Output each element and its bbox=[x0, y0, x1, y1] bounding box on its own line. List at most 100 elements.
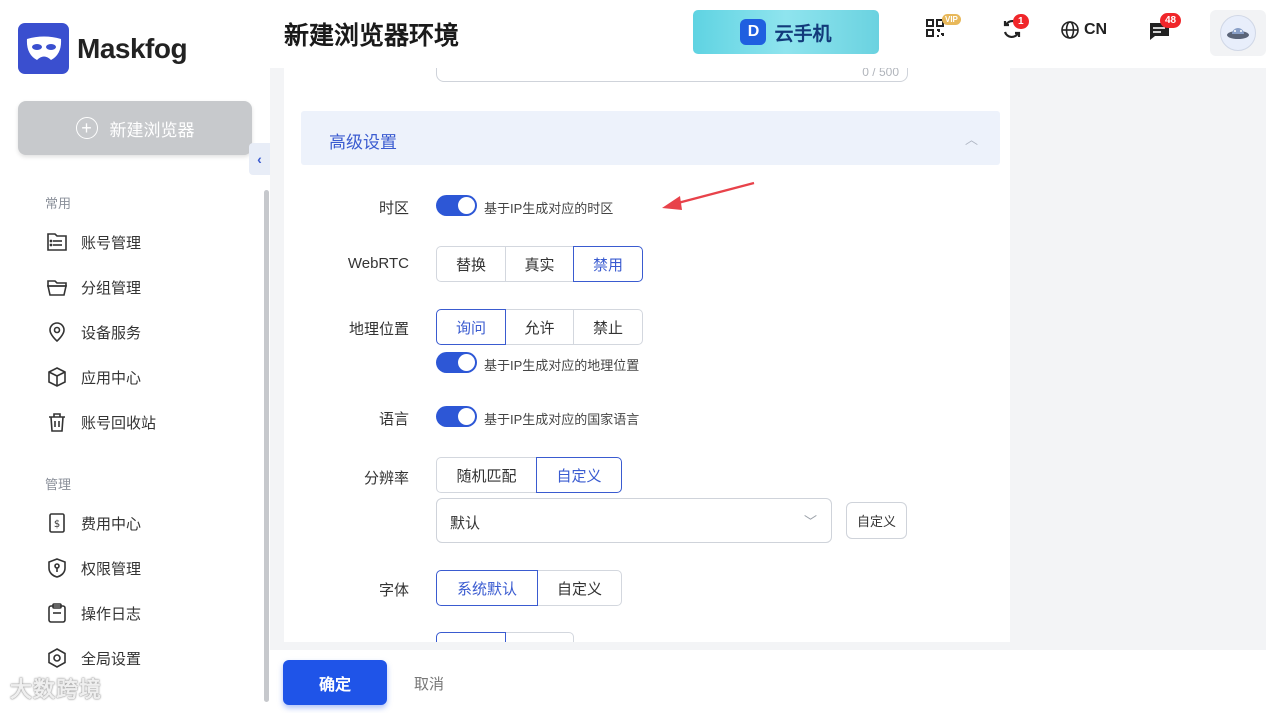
resolution-option-custom[interactable]: 自定义 bbox=[536, 457, 622, 493]
sidebar: Maskfog + 新建浏览器 ‹ 常用 账号管理 分组管理 设备服务 应用中心… bbox=[0, 0, 270, 713]
webrtc-option-disable[interactable]: 禁用 bbox=[573, 246, 643, 282]
sidebar-item-devices[interactable]: 设备服务 bbox=[46, 321, 141, 343]
next-row-segmented bbox=[436, 632, 574, 642]
cube-icon bbox=[48, 367, 66, 387]
remark-textarea[interactable]: 0 / 500 bbox=[436, 68, 908, 82]
timezone-label: 时区 bbox=[378, 200, 409, 217]
sidebar-item-apps[interactable]: 应用中心 bbox=[46, 366, 141, 388]
resolution-select-value: 默认 bbox=[450, 515, 481, 532]
sidebar-item-logs[interactable]: 操作日志 bbox=[46, 602, 141, 624]
sidebar-item-billing[interactable]: $ 费用中心 bbox=[46, 512, 141, 534]
chevron-left-icon: ‹ bbox=[257, 151, 262, 167]
next-row-option[interactable] bbox=[505, 632, 574, 642]
user-avatar-button[interactable] bbox=[1210, 10, 1266, 56]
language-toggle-text: 基于IP生成对应的国家语言 bbox=[484, 412, 640, 427]
new-browser-button[interactable]: + 新建浏览器 bbox=[18, 101, 252, 155]
advanced-settings-header[interactable]: 高级设置 ︿ bbox=[301, 111, 1000, 165]
sidebar-item-label: 操作日志 bbox=[81, 605, 142, 623]
sync-badge: 1 bbox=[1013, 14, 1029, 29]
top-header: 新建浏览器环境 D 云手机 VIP 1 CN 48 bbox=[270, 0, 1266, 68]
settings-hex-icon bbox=[48, 648, 66, 668]
sidebar-item-label: 设备服务 bbox=[81, 324, 142, 342]
message-badge: 48 bbox=[1160, 13, 1182, 28]
cloud-phone-icon: D bbox=[740, 19, 767, 45]
new-browser-label: 新建浏览器 bbox=[109, 120, 195, 140]
form-footer: 确定 取消 bbox=[270, 650, 1266, 713]
geolocation-toggle[interactable] bbox=[436, 352, 477, 373]
location-pin-icon bbox=[49, 322, 65, 343]
sidebar-item-label: 账号回收站 bbox=[81, 414, 157, 432]
sidebar-item-recycle-bin[interactable]: 账号回收站 bbox=[46, 411, 156, 433]
language-label: CN bbox=[1084, 21, 1108, 38]
geolocation-toggle-text: 基于IP生成对应的地理位置 bbox=[484, 358, 640, 373]
next-row-option[interactable] bbox=[436, 632, 506, 642]
cancel-button[interactable]: 取消 bbox=[414, 673, 444, 694]
sidebar-scrollbar[interactable] bbox=[264, 190, 269, 702]
timezone-toggle-text: 基于IP生成对应的时区 bbox=[484, 201, 614, 216]
sync-button[interactable]: 1 bbox=[1001, 14, 1029, 45]
mask-logo-icon bbox=[18, 23, 69, 74]
sidebar-item-label: 分组管理 bbox=[81, 279, 142, 297]
annotation-arrow-icon bbox=[662, 181, 755, 210]
webrtc-label: WebRTC bbox=[347, 255, 409, 272]
timezone-toggle[interactable] bbox=[436, 195, 477, 216]
account-list-icon bbox=[47, 233, 67, 251]
font-label: 字体 bbox=[378, 582, 409, 599]
ufo-avatar-icon bbox=[1227, 28, 1249, 39]
resolution-label: 分辨率 bbox=[363, 470, 409, 487]
resolution-custom-button[interactable]: 自定义 bbox=[846, 502, 907, 539]
font-option-custom[interactable]: 自定义 bbox=[537, 570, 622, 606]
sidebar-item-label: 费用中心 bbox=[81, 515, 142, 533]
language-toggle[interactable] bbox=[436, 406, 477, 427]
advanced-settings-title: 高级设置 bbox=[329, 133, 397, 152]
geolocation-option-allow[interactable]: 允许 bbox=[505, 309, 574, 345]
geolocation-option-ask[interactable]: 询问 bbox=[436, 309, 506, 345]
sidebar-item-permissions[interactable]: 权限管理 bbox=[46, 557, 141, 579]
language-switcher[interactable]: CN bbox=[1060, 20, 1107, 40]
section-label-manage: 管理 bbox=[45, 477, 72, 492]
sidebar-item-global-settings[interactable]: 全局设置 bbox=[46, 647, 141, 669]
webrtc-option-replace[interactable]: 替换 bbox=[436, 246, 506, 282]
form-panel: 0 / 500 高级设置 ︿ 时区 基于IP生成对应的时区 WebRTC 替换 … bbox=[284, 68, 1010, 642]
font-segmented: 系统默认 自定义 bbox=[436, 570, 622, 606]
collapse-sidebar-button[interactable]: ‹ bbox=[249, 143, 270, 175]
chevron-up-icon: ︿ bbox=[964, 132, 978, 147]
confirm-button[interactable]: 确定 bbox=[283, 660, 387, 705]
language-label: 语言 bbox=[378, 411, 409, 428]
webrtc-segmented: 替换 真实 禁用 bbox=[436, 246, 643, 282]
app-name: Maskfog bbox=[77, 32, 188, 64]
resolution-option-random[interactable]: 随机匹配 bbox=[436, 457, 537, 493]
sidebar-item-label: 权限管理 bbox=[81, 560, 142, 578]
geolocation-label: 地理位置 bbox=[348, 321, 409, 338]
page-title: 新建浏览器环境 bbox=[284, 22, 460, 50]
globe-icon bbox=[1061, 21, 1079, 39]
sidebar-item-accounts[interactable]: 账号管理 bbox=[46, 231, 141, 253]
sidebar-item-groups[interactable]: 分组管理 bbox=[46, 276, 141, 298]
banner-label: 云手机 bbox=[774, 23, 832, 45]
clipboard-icon bbox=[48, 603, 66, 623]
geolocation-segmented: 询问 允许 禁止 bbox=[436, 309, 643, 345]
resolution-select[interactable]: 默认 ﹀ bbox=[436, 498, 832, 543]
sidebar-item-label: 应用中心 bbox=[81, 369, 142, 387]
shield-key-icon bbox=[48, 558, 66, 578]
chevron-down-icon: ﹀ bbox=[803, 514, 817, 529]
folder-icon bbox=[47, 280, 67, 296]
dollar-receipt-icon: $ bbox=[49, 513, 65, 533]
section-label-common: 常用 bbox=[45, 196, 72, 211]
messages-button[interactable]: 48 bbox=[1148, 13, 1182, 47]
cloud-phone-banner[interactable]: D 云手机 bbox=[693, 10, 879, 54]
font-option-system[interactable]: 系统默认 bbox=[436, 570, 538, 606]
char-counter: 0 / 500 bbox=[862, 68, 899, 79]
app-logo[interactable]: Maskfog bbox=[18, 23, 188, 74]
geolocation-option-block[interactable]: 禁止 bbox=[573, 309, 643, 345]
avatar bbox=[1220, 15, 1256, 51]
sidebar-item-label: 全局设置 bbox=[81, 650, 142, 668]
watermark: 大数跨境 bbox=[10, 677, 103, 702]
webrtc-option-real[interactable]: 真实 bbox=[505, 246, 574, 282]
trash-icon bbox=[49, 413, 65, 432]
resolution-segmented: 随机匹配 自定义 bbox=[436, 457, 622, 493]
sidebar-item-label: 账号管理 bbox=[81, 234, 142, 252]
qr-code-button[interactable]: VIP bbox=[925, 14, 961, 43]
svg-text:$: $ bbox=[54, 519, 60, 530]
plus-circle-icon: + bbox=[75, 117, 98, 139]
